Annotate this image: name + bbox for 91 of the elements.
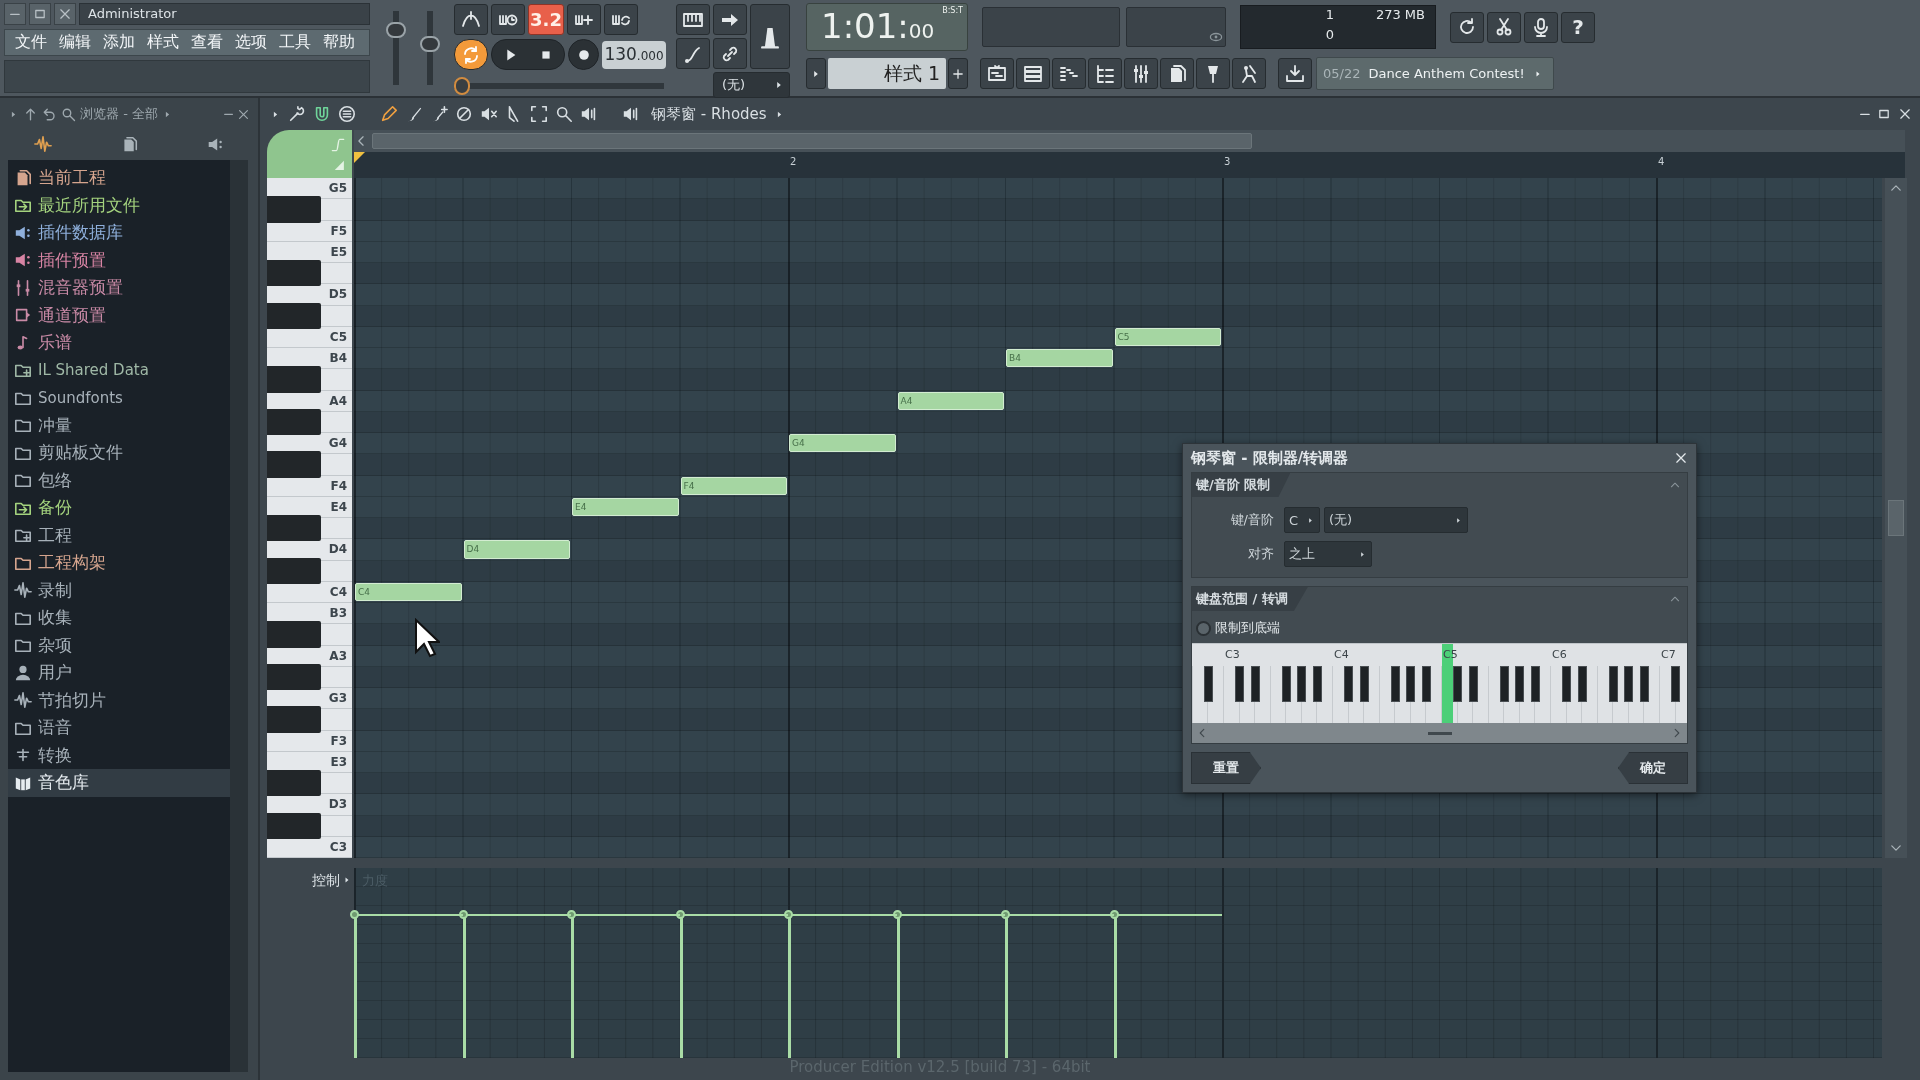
radio-label: 限制到底端 <box>1215 619 1280 637</box>
browser-item[interactable]: 工程 <box>8 521 230 549</box>
dialog-button[interactable]: 重置 <box>1191 752 1261 784</box>
help-button[interactable]: ? <box>1561 11 1595 43</box>
key-dropdown[interactable]: C <box>1284 507 1320 533</box>
browser-item[interactable]: 剪贴板文件 <box>8 439 230 467</box>
item-label: 包络 <box>38 468 72 492</box>
browser-item[interactable]: 当前工程 <box>8 164 230 192</box>
menu-item[interactable]: 编辑 <box>53 32 97 53</box>
item-label: 音色库 <box>38 771 89 795</box>
item-label: 杂项 <box>38 633 72 657</box>
monitor-panel: 1 273 MB 0 <box>1240 5 1436 49</box>
time-display: 1:01:00 B:S:T <box>806 3 968 51</box>
browser-item[interactable]: 语音 <box>8 714 230 742</box>
menu-item[interactable]: 选项 <box>229 32 273 53</box>
item-label: 用户 <box>38 661 72 685</box>
bar-number: 3 <box>1224 156 1231 167</box>
item-label: 乐谱 <box>38 331 72 355</box>
menu-item[interactable]: 帮助 <box>317 32 361 53</box>
item-label: 语音 <box>38 716 72 740</box>
item-label: 插件预置 <box>38 248 106 272</box>
user-field: Administrator <box>79 3 370 25</box>
browser-item[interactable]: 乐谱 <box>8 329 230 357</box>
browser-item[interactable]: 转换 <box>8 741 230 769</box>
channel-selector[interactable]: (无) <box>713 72 790 98</box>
item-label: Soundfonts <box>38 388 123 407</box>
menu-item[interactable]: 样式 <box>141 32 185 53</box>
browser-item[interactable]: 插件预置 <box>8 246 230 274</box>
item-label: 插件数据库 <box>38 221 123 245</box>
item-label: 工程 <box>38 523 72 547</box>
menu-item[interactable]: 添加 <box>97 32 141 53</box>
item-label: 当前工程 <box>38 166 106 190</box>
field-label: 对齐 <box>1247 545 1275 563</box>
menu-item[interactable]: 查看 <box>185 32 229 53</box>
item-label: 节拍切片 <box>38 688 106 712</box>
octave-label: C7 <box>1661 648 1676 661</box>
browser-item[interactable]: IL Shared Data <box>8 356 230 384</box>
item-label: 转换 <box>38 743 72 767</box>
browser-title: 浏览器 - 全部 <box>80 105 158 123</box>
item-label: 混音器预置 <box>38 276 123 300</box>
dialog-title: 钢琴窗 - 限制器/转调器 <box>1191 448 1349 468</box>
section-title[interactable]: 键/音阶 限制 <box>1192 473 1291 497</box>
item-label: 剪贴板文件 <box>38 441 123 465</box>
browser-item[interactable]: 最近所用文件 <box>8 191 230 219</box>
browser-item[interactable]: 包络 <box>8 466 230 494</box>
menu-item[interactable]: 文件 <box>9 32 53 53</box>
item-label: 工程构架 <box>38 551 106 575</box>
browser-item[interactable]: 录制 <box>8 576 230 604</box>
note[interactable]: A4 <box>897 391 1004 410</box>
snap-dropdown[interactable]: 之上 <box>1284 541 1372 567</box>
browser-item[interactable]: Soundfonts <box>8 384 230 412</box>
browser-item[interactable]: 收集 <box>8 604 230 632</box>
item-label: 通道预置 <box>38 303 106 327</box>
browser-item[interactable]: 音色库 <box>8 769 230 797</box>
browser-item[interactable]: 备份 <box>8 494 230 522</box>
note[interactable]: E4 <box>572 497 679 516</box>
octave-label: C3 <box>1225 648 1240 661</box>
menu-item[interactable]: 工具 <box>273 32 317 53</box>
news-panel[interactable]: 05/22 Dance Anthem Contest! <box>1316 57 1554 90</box>
piano-roll-title: 钢琴窗 - Rhodes <box>651 104 767 124</box>
field-label: 键/音阶 <box>1229 511 1275 529</box>
browser-item[interactable]: 插件数据库 <box>8 219 230 247</box>
control-label[interactable]: 控制 <box>312 872 340 890</box>
note[interactable]: F4 <box>680 476 787 495</box>
bar-number: 2 <box>790 156 797 167</box>
scale-dropdown[interactable]: (无) <box>1324 507 1468 533</box>
browser-item[interactable]: 通道预置 <box>8 301 230 329</box>
item-label: 备份 <box>38 496 72 520</box>
browser-item[interactable]: 工程构架 <box>8 549 230 577</box>
octave-label: C6 <box>1552 648 1567 661</box>
tempo-field[interactable]: 130.000 <box>602 40 666 69</box>
item-label: 收集 <box>38 606 72 630</box>
browser-item[interactable]: 杂项 <box>8 631 230 659</box>
browser-item[interactable]: 用户 <box>8 659 230 687</box>
item-label: 最近所用文件 <box>38 193 140 217</box>
section-title[interactable]: 键盘范围 / 转调 <box>1192 587 1308 611</box>
note[interactable]: D4 <box>463 540 570 559</box>
item-label: IL Shared Data <box>38 361 149 380</box>
pattern-selector[interactable]: 样式 1 <box>828 58 946 89</box>
browser-item[interactable]: 节拍切片 <box>8 686 230 714</box>
bar-number: 4 <box>1658 156 1665 167</box>
browser-item[interactable]: 冲量 <box>8 411 230 439</box>
octave-label: C4 <box>1334 648 1349 661</box>
note[interactable]: C4 <box>355 582 462 601</box>
note[interactable]: G4 <box>789 434 896 453</box>
note[interactable]: C5 <box>1114 327 1221 346</box>
item-label: 冲量 <box>38 413 72 437</box>
dialog-button[interactable]: 确定 <box>1618 752 1688 784</box>
browser-item[interactable]: 混音器预置 <box>8 274 230 302</box>
note[interactable]: B4 <box>1006 349 1113 368</box>
item-label: 录制 <box>38 578 72 602</box>
